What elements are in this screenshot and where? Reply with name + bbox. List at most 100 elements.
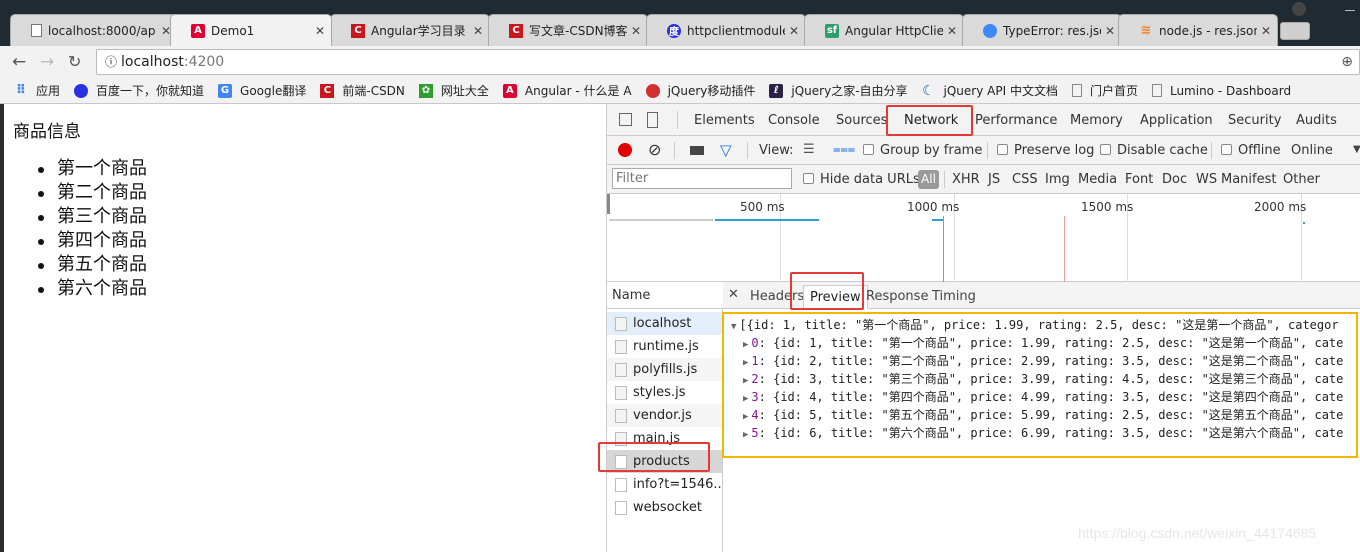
close-tab-icon[interactable]: ✕ [789,24,799,38]
tab-memory[interactable]: Memory [1070,113,1123,128]
browser-tab[interactable]: ≋ node.js - res.json ✕ [1118,14,1278,46]
filter-type-other[interactable]: Other [1283,172,1320,187]
bookmark-item[interactable]: ✿ 网址大全 [418,82,489,99]
tab-preview[interactable]: Preview [803,285,868,309]
filter-icon[interactable]: ▽ [720,141,732,159]
filter-type-ws[interactable]: WS [1196,172,1217,187]
browser-tab[interactable]: 度 httpclientmodule ✕ [646,14,806,46]
tab-console[interactable]: Console [768,113,820,128]
request-row[interactable]: vendor.js [607,404,722,427]
filter-type-css[interactable]: CSS [1012,172,1038,187]
filter-type-all[interactable]: All [918,170,939,189]
collapsed-triangle-icon[interactable]: ▶ [743,340,748,350]
tab-performance[interactable]: Performance [975,113,1057,128]
json-array-item[interactable]: ▶ 1: {id: 2, title: "第二个商品", price: 2.99,… [743,352,1343,370]
filter-input[interactable]: Filter [612,168,792,189]
request-row[interactable]: runtime.js [607,335,722,358]
collapsed-triangle-icon[interactable]: ▶ [743,358,748,368]
tab-headers[interactable]: Headers [750,289,804,304]
screenshot-icon[interactable] [690,146,704,155]
filter-type-manifest[interactable]: Manifest [1221,172,1276,187]
bookmark-item[interactable]: G Google翻译 [218,82,306,99]
json-root-node[interactable]: ▼ [{id: 1, title: "第一个商品", price: 1.99, r… [731,316,1339,334]
clear-icon[interactable]: ⊘ [648,140,661,159]
tab-security[interactable]: Security [1228,113,1281,128]
collapsed-triangle-icon[interactable]: ▶ [743,394,748,404]
zoom-icon[interactable]: ⊕ [1341,50,1353,74]
device-toolbar-icon[interactable] [647,112,658,128]
collapsed-triangle-icon[interactable]: ▶ [743,412,748,422]
close-tab-icon[interactable]: ✕ [1105,24,1115,38]
request-row[interactable]: styles.js [607,381,722,404]
collapsed-triangle-icon[interactable]: ▶ [743,430,748,440]
tab-elements[interactable]: Elements [694,113,755,128]
bookmark-item[interactable]: jQuery移动插件 [645,82,755,99]
filter-type-img[interactable]: Img [1045,172,1070,187]
timeline-handle[interactable] [607,194,610,214]
offline-checkbox[interactable]: Offline [1221,143,1281,158]
group-by-frame-checkbox[interactable]: Group by frame [863,143,982,158]
close-tab-icon[interactable]: ✕ [631,24,641,38]
throttling-select[interactable]: Online [1291,143,1333,158]
tab-timing[interactable]: Timing [932,289,976,304]
filter-type-media[interactable]: Media [1078,172,1117,187]
hide-data-urls-checkbox[interactable]: Hide data URLs [803,172,920,187]
browser-tab[interactable]: localhost:8000/ap ✕ [10,14,178,46]
collapsed-triangle-icon[interactable]: ▶ [743,376,748,386]
filter-type-doc[interactable]: Doc [1162,172,1187,187]
bookmark-item[interactable]: C 前端-CSDN [320,82,405,99]
json-array-item[interactable]: ▶ 5: {id: 6, title: "第六个商品", price: 6.99,… [743,424,1343,442]
network-overview-timeline[interactable]: 500 ms 1000 ms 1500 ms 2000 ms [607,194,1360,282]
request-row[interactable]: info?t=1546... [607,473,722,496]
bookmark-item[interactable]: A Angular - 什么是 A [502,82,632,99]
expanded-triangle-icon[interactable]: ▼ [731,322,736,332]
browser-tab-active[interactable]: A Demo1 ✕ [170,14,332,46]
tab-application[interactable]: Application [1140,113,1213,128]
request-row-selected[interactable]: products [607,450,722,473]
name-column-header[interactable]: Name [607,282,723,309]
tab-network[interactable]: Network [904,113,958,128]
close-detail-icon[interactable]: ✕ [728,287,739,302]
filter-type-js[interactable]: JS [988,172,1000,187]
minimize-button[interactable] [1345,10,1355,11]
waterfall-icon[interactable]: ⩶ [833,142,855,157]
bookmark-item[interactable]: Lumino - Dashboard [1151,84,1291,98]
preserve-log-checkbox[interactable]: Preserve log [997,143,1094,158]
close-tab-icon[interactable]: ✕ [947,24,957,38]
filter-type-xhr[interactable]: XHR [952,172,980,187]
request-row[interactable]: websocket [607,496,722,519]
bookmark-apps[interactable]: ⠿ 应用 [14,82,60,99]
inspect-element-icon[interactable] [619,113,632,126]
browser-tab[interactable]: C Angular学习目录 ✕ [330,14,490,46]
disable-cache-checkbox[interactable]: Disable cache [1100,143,1208,158]
json-array-item[interactable]: ▶ 4: {id: 5, title: "第五个商品", price: 5.99,… [743,406,1343,424]
request-row[interactable]: polyfills.js [607,358,722,381]
browser-tab[interactable]: sf Angular HttpClie ✕ [804,14,964,46]
bookmark-item[interactable]: 门户首页 [1071,82,1138,99]
bookmark-item[interactable]: ℓ jQuery之家-自由分享 [769,82,908,99]
url-input[interactable]: ⓘ localhost:4200 ⊕ [96,49,1360,75]
bookmark-item[interactable]: 百度一下，你就知道 [74,82,204,99]
json-array-item[interactable]: ▶ 3: {id: 4, title: "第四个商品", price: 4.99,… [743,388,1343,406]
json-array-item[interactable]: ▶ 0: {id: 1, title: "第一个商品", price: 1.99,… [743,334,1343,352]
record-icon[interactable] [618,143,632,157]
profile-icon[interactable] [1292,2,1306,16]
browser-tab[interactable]: C 写文章-CSDN博客 ✕ [488,14,648,46]
close-tab-icon[interactable]: ✕ [1261,24,1271,38]
large-rows-icon[interactable]: ☰ [803,142,815,157]
close-tab-icon[interactable]: ✕ [315,24,325,38]
new-tab-button[interactable] [1280,22,1310,40]
reload-icon[interactable]: ↻ [68,52,81,71]
tab-audits[interactable]: Audits [1296,113,1337,128]
back-icon[interactable]: ← [12,52,26,72]
request-row[interactable]: localhost [607,312,722,335]
tab-sources[interactable]: Sources [836,113,887,128]
forward-icon[interactable]: → [40,52,54,72]
tab-response[interactable]: Response [866,289,928,304]
filter-type-font[interactable]: Font [1125,172,1153,187]
json-array-item[interactable]: ▶ 2: {id: 3, title: "第三个商品", price: 3.99,… [743,370,1343,388]
browser-tab[interactable]: TypeError: res.jso ✕ [962,14,1122,46]
close-tab-icon[interactable]: ✕ [473,24,483,38]
bookmark-item[interactable]: ☾ jQuery API 中文文档 [922,82,1058,99]
request-row[interactable]: main.js [607,427,722,450]
